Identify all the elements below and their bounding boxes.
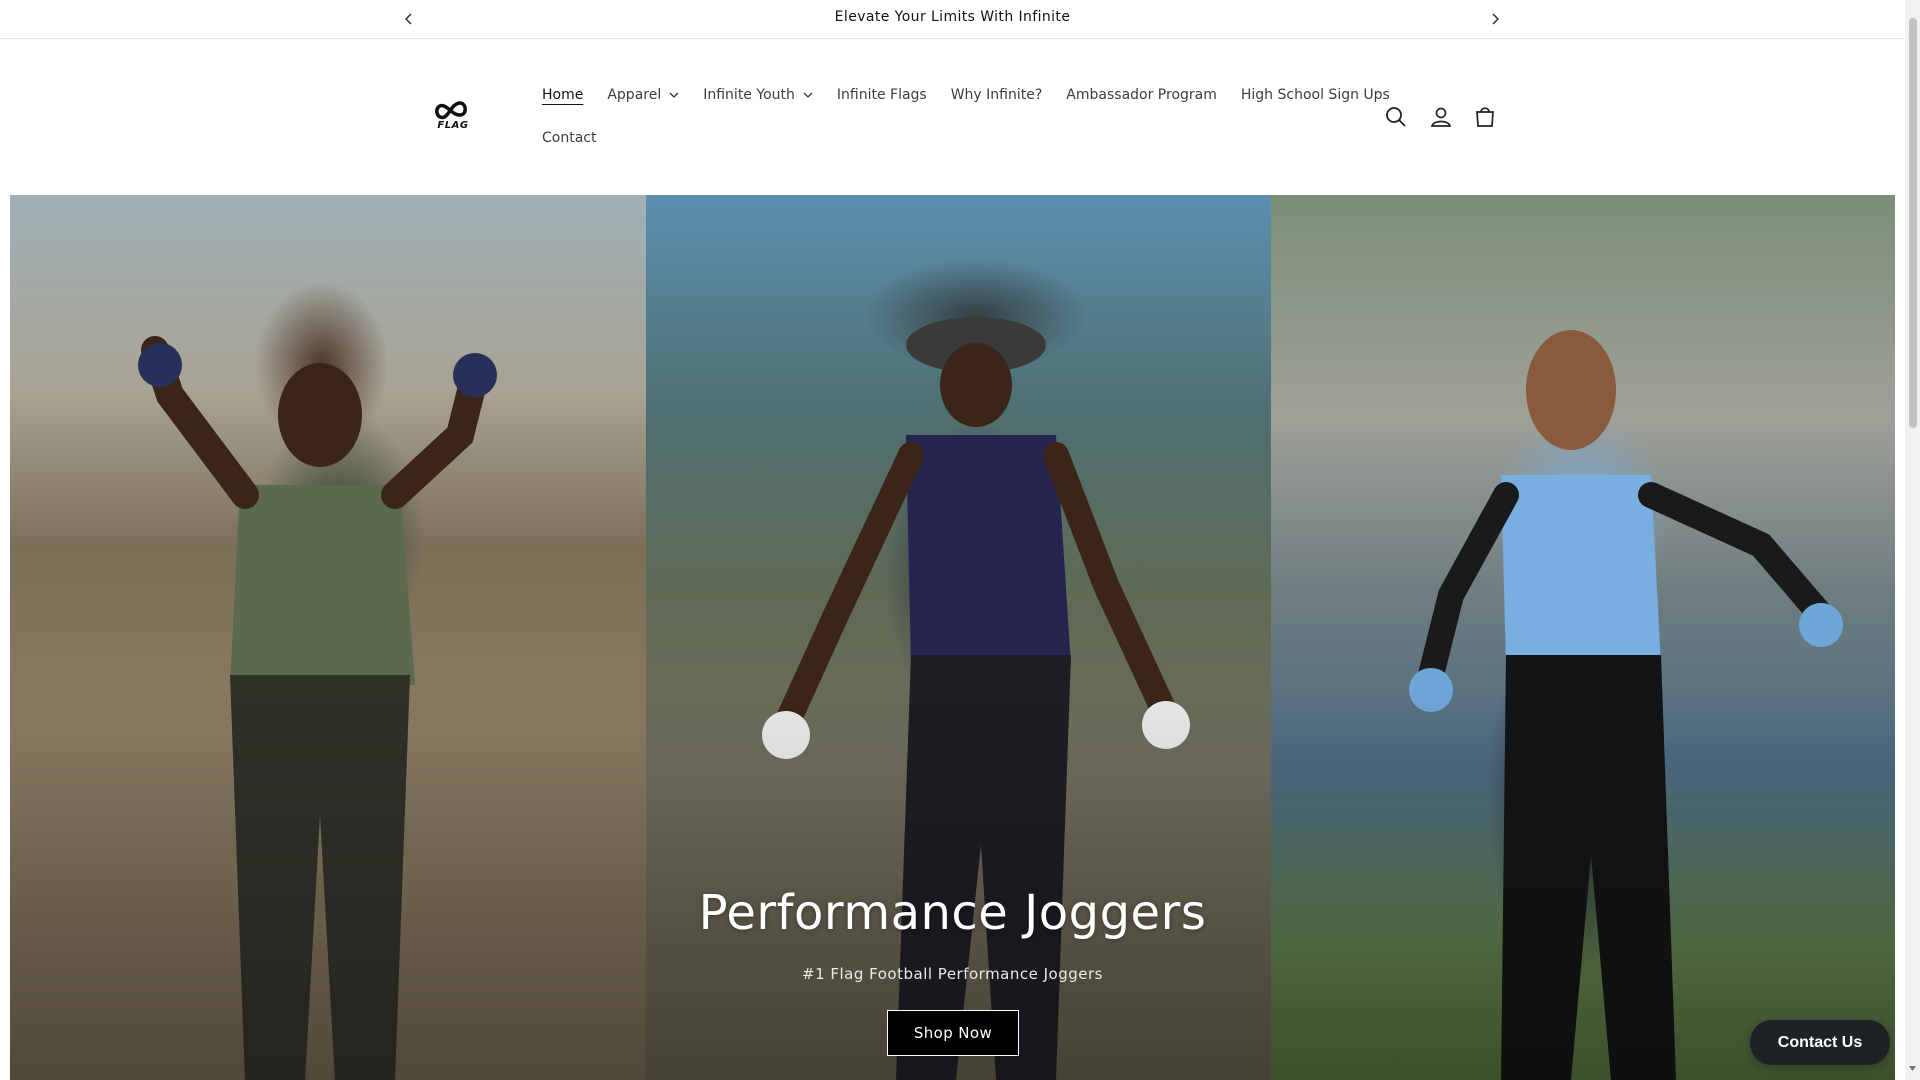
- hero-overlay: [10, 195, 1895, 1080]
- announcement-next-button[interactable]: [1484, 8, 1506, 30]
- nav-item-high-school-sign-ups[interactable]: High School Sign Ups: [1241, 87, 1390, 103]
- nav-item-ambassador-program[interactable]: Ambassador Program: [1066, 87, 1217, 103]
- nav-label: Infinite Youth: [703, 87, 795, 103]
- page-scrollbar[interactable]: [1905, 0, 1920, 1080]
- site-header: FLAG Home Apparel Infinite Youth Infinit…: [0, 40, 1905, 195]
- nav-item-why-infinite[interactable]: Why Infinite?: [951, 87, 1043, 103]
- search-icon: [1386, 107, 1406, 127]
- hero-subtitle: #1 Flag Football Performance Joggers: [802, 965, 1103, 983]
- hero-title: Performance Joggers: [698, 885, 1207, 941]
- chevron-down-icon: [669, 92, 679, 98]
- logo[interactable]: FLAG: [430, 98, 476, 138]
- scroll-down-arrow-icon[interactable]: [1908, 1064, 1917, 1073]
- nav-item-home[interactable]: Home: [542, 87, 583, 103]
- search-button[interactable]: [1383, 104, 1409, 130]
- chevron-down-icon: [803, 92, 813, 98]
- nav-label: Infinite Flags: [836, 87, 927, 103]
- nav-item-infinite-youth[interactable]: Infinite Youth: [703, 87, 813, 103]
- nav-item-contact[interactable]: Contact: [542, 130, 596, 146]
- cart-button[interactable]: [1472, 104, 1498, 130]
- nav-label: Apparel: [607, 87, 662, 103]
- cart-icon: [1476, 107, 1494, 127]
- announcement-text: Elevate Your Limits With Infinite: [834, 9, 1071, 25]
- account-icon: [1430, 107, 1452, 127]
- logo-text: FLAG: [437, 120, 469, 131]
- nav-item-infinite-flags[interactable]: Infinite Flags: [837, 87, 927, 103]
- infinity-logo-icon: [435, 101, 467, 120]
- hero-banner: Performance Joggers #1 Flag Football Per…: [10, 195, 1895, 1080]
- shop-now-button[interactable]: Shop Now: [887, 1010, 1019, 1056]
- scrollbar-thumb[interactable]: [1909, 18, 1917, 428]
- main-nav: Home Apparel Infinite Youth Infinite Fla…: [542, 84, 1390, 170]
- chevron-right-icon: [1492, 13, 1500, 25]
- account-button[interactable]: [1428, 104, 1454, 130]
- nav-label: Home: [542, 87, 584, 103]
- announcement-bar: Elevate Your Limits With Infinite: [0, 0, 1905, 39]
- nav-label: Contact: [542, 130, 597, 146]
- contact-us-button[interactable]: Contact Us: [1750, 1020, 1890, 1065]
- nav-label: Ambassador Program: [1066, 87, 1217, 103]
- nav-label: High School Sign Ups: [1240, 87, 1390, 103]
- nav-label: Why Infinite?: [950, 87, 1043, 103]
- nav-item-apparel[interactable]: Apparel: [607, 87, 679, 103]
